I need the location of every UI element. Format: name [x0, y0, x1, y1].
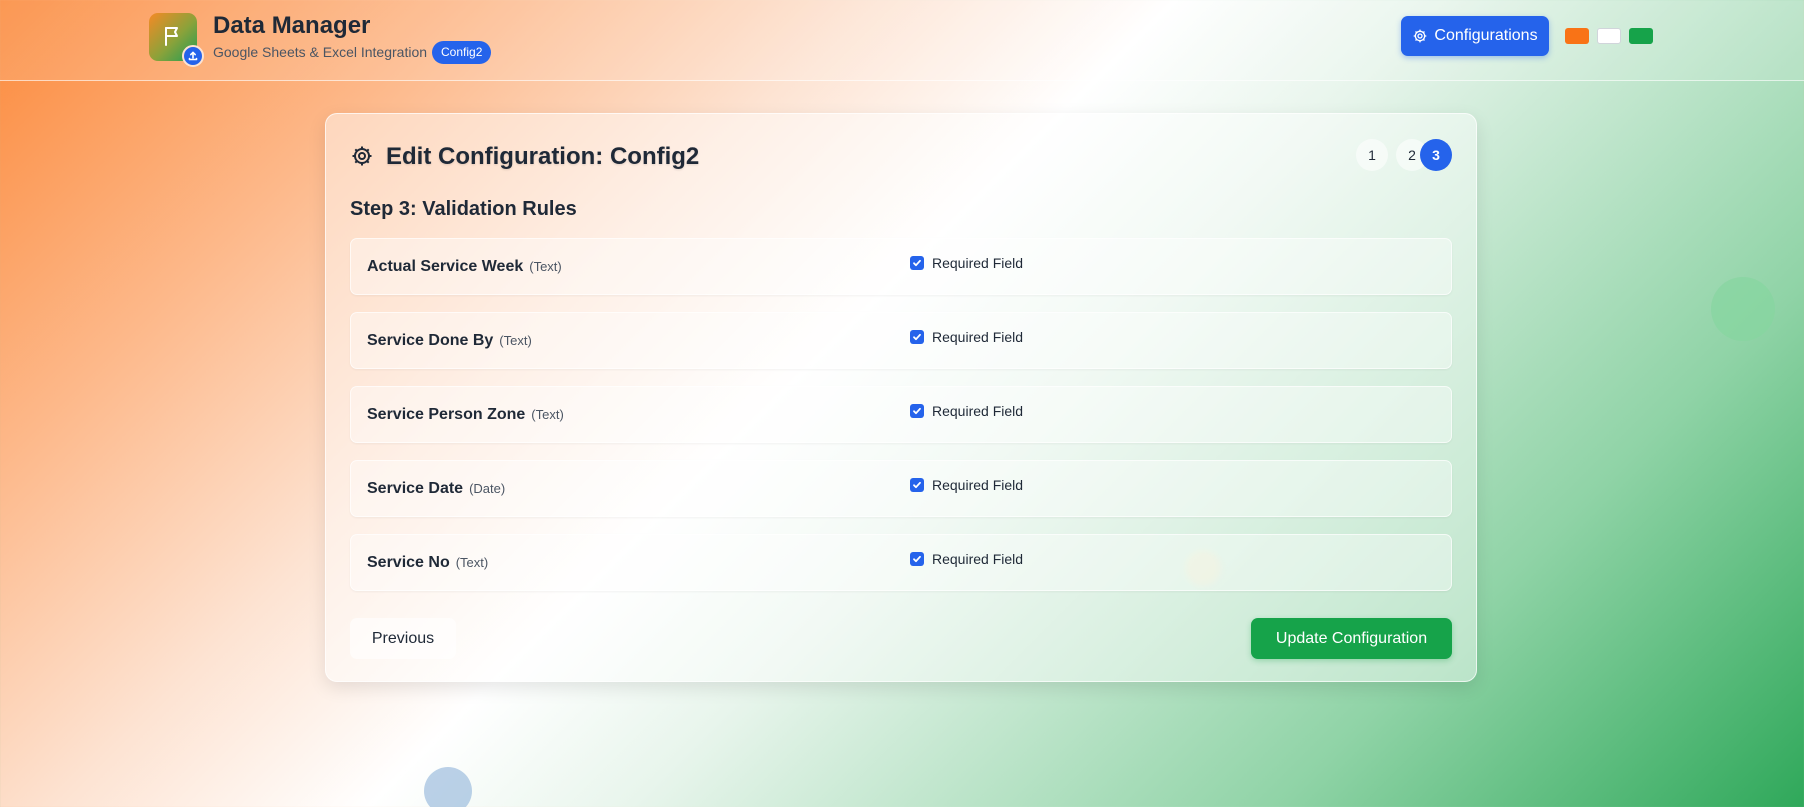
configurations-button[interactable]: Configurations	[1401, 16, 1549, 56]
required-checkbox[interactable]	[910, 404, 924, 418]
field-row: Service Person Zone (Text) Required Field	[350, 386, 1452, 443]
page-title: Edit Configuration: Config2	[386, 143, 700, 170]
required-checkbox[interactable]	[910, 478, 924, 492]
theme-swatch-orange[interactable]	[1565, 28, 1589, 44]
field-name: Actual Service Week	[367, 258, 524, 275]
field-type: (Text)	[455, 555, 489, 570]
step-indicator-1[interactable]: 1	[1356, 139, 1388, 171]
field-type: (Text)	[529, 259, 562, 274]
app-title: Data Manager	[213, 12, 371, 39]
required-label: Required Field	[932, 477, 1024, 493]
gear-icon	[352, 146, 372, 166]
gear-icon	[1414, 29, 1427, 43]
edit-configuration-card: Edit Configuration: Config2 1 2 3 Step 3…	[325, 113, 1477, 682]
field-name: Service Done By	[367, 332, 494, 349]
required-field-toggle[interactable]: Required Field	[910, 477, 1023, 493]
configurations-button-label: Configurations	[1434, 27, 1538, 44]
required-label: Required Field	[932, 255, 1024, 271]
theme-swatch-green[interactable]	[1629, 28, 1653, 44]
app-logo	[149, 13, 204, 67]
field-name: Service Person Zone	[367, 406, 526, 423]
required-label: Required Field	[932, 403, 1024, 419]
field-row: Service Date (Date) Required Field	[350, 460, 1452, 517]
theme-swatch-white[interactable]	[1597, 28, 1621, 44]
required-checkbox[interactable]	[910, 330, 924, 344]
required-checkbox[interactable]	[910, 256, 924, 270]
field-type: (Text)	[499, 333, 532, 348]
field-name: Service Date	[367, 480, 464, 497]
required-label: Required Field	[932, 551, 1024, 567]
step-indicator-3[interactable]: 3	[1420, 139, 1452, 171]
decorative-bubble	[1711, 277, 1775, 341]
flag-icon	[165, 27, 178, 46]
field-row: Service No (Text) Required Field	[350, 534, 1452, 591]
field-name: Service No	[367, 554, 450, 571]
decorative-bubble	[424, 767, 472, 807]
required-field-toggle[interactable]: Required Field	[910, 329, 1023, 345]
active-config-badge: Config2	[432, 41, 492, 64]
upload-icon	[182, 45, 204, 67]
update-configuration-button[interactable]: Update Configuration	[1251, 618, 1452, 659]
required-field-toggle[interactable]: Required Field	[910, 403, 1023, 419]
required-label: Required Field	[932, 329, 1024, 345]
app-subtitle: Google Sheets & Excel Integration	[213, 44, 428, 60]
required-field-toggle[interactable]: Required Field	[910, 255, 1023, 271]
required-field-toggle[interactable]: Required Field	[910, 551, 1023, 567]
field-type: (Text)	[531, 407, 564, 422]
field-row: Actual Service Week (Text) Required Field	[350, 238, 1452, 295]
field-row: Service Done By (Text) Required Field	[350, 312, 1452, 369]
app-header: Data Manager Google Sheets & Excel Integ…	[0, 0, 1804, 81]
previous-button[interactable]: Previous	[350, 618, 456, 659]
step-heading: Step 3: Validation Rules	[350, 198, 577, 220]
required-checkbox[interactable]	[910, 552, 924, 566]
field-type: (Date)	[469, 481, 506, 496]
